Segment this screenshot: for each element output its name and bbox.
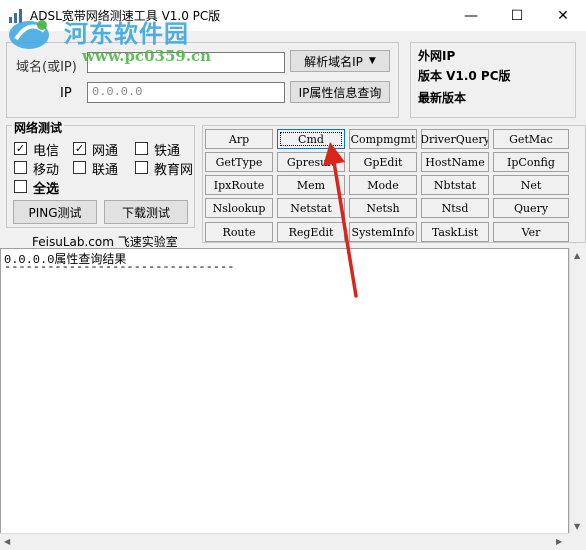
version-label: 版本 V1.0 PC版: [418, 69, 511, 83]
maximize-icon: ☐: [510, 7, 524, 24]
scroll-down-icon[interactable]: ▼: [574, 522, 580, 531]
watermark-text: 河东软件园: [64, 20, 189, 48]
select-all-label: 全选: [33, 182, 60, 197]
command-button-query[interactable]: Query: [493, 198, 569, 218]
output-area[interactable]: 0.0.0.0属性查询结果 --------------------------…: [0, 248, 569, 534]
command-button-tasklist[interactable]: TaskList: [421, 222, 489, 242]
resolve-domain-label: 解析域名IP: [304, 54, 363, 69]
command-button-driverquery[interactable]: DriverQuery: [421, 129, 489, 149]
close-button[interactable]: ✕: [540, 0, 586, 31]
watermark-logo: [9, 20, 49, 49]
watermark-url: www.pc0359.cn: [82, 47, 212, 65]
command-button-arp[interactable]: Arp: [205, 129, 273, 149]
ip-label: IP: [60, 86, 72, 101]
scroll-up-icon[interactable]: ▲: [574, 251, 580, 260]
checkbox-4[interactable]: [14, 161, 27, 174]
minimize-icon: —: [464, 7, 478, 24]
latest-version-label: 最新版本: [418, 91, 467, 105]
command-button-ipconfig[interactable]: IpConfig: [493, 152, 569, 172]
output-line-2: --------------------------------: [4, 260, 235, 274]
maximize-button[interactable]: ☐: [494, 0, 540, 31]
checkbox-label-3: 铁通: [154, 144, 181, 159]
ip-info-query-button[interactable]: IP属性信息查询: [290, 81, 390, 103]
close-icon: ✕: [557, 7, 569, 24]
horizontal-scrollbar[interactable]: ◀ ▶: [0, 533, 569, 550]
checkbox-3[interactable]: [135, 142, 148, 155]
command-button-getmac[interactable]: GetMac: [493, 129, 569, 149]
checkbox-label-4: 移动: [33, 163, 60, 178]
annotation-arrow: [323, 142, 358, 298]
checkbox-label-2: 网通: [92, 144, 119, 159]
checkbox-1[interactable]: ✓: [14, 142, 27, 155]
checkbox-label-1: 电信: [33, 144, 60, 159]
checkbox-5[interactable]: [73, 161, 86, 174]
ip-info-query-label: IP属性信息查询: [298, 85, 382, 100]
select-all-checkbox[interactable]: [14, 180, 27, 193]
resolve-domain-button[interactable]: 解析域名IP ▼: [290, 50, 390, 72]
scroll-corner: [569, 533, 586, 550]
command-button-ver[interactable]: Ver: [493, 222, 569, 242]
checkbox-2[interactable]: ✓: [73, 142, 86, 155]
command-button-net[interactable]: Net: [493, 175, 569, 195]
command-button-nbtstat[interactable]: Nbtstat: [421, 175, 489, 195]
checkbox-label-6: 教育网: [154, 163, 194, 178]
command-button-hostname[interactable]: HostName: [421, 152, 489, 172]
checkbox-label-5: 联通: [92, 163, 119, 178]
command-button-ipxroute[interactable]: IpxRoute: [205, 175, 273, 195]
checkbox-6[interactable]: [135, 161, 148, 174]
download-test-label: 下载测试: [121, 205, 170, 220]
network-test-title: 网络测试: [12, 119, 65, 136]
scroll-left-icon[interactable]: ◀: [4, 537, 10, 546]
dropdown-arrow-icon: ▼: [368, 56, 376, 66]
command-button-ntsd[interactable]: Ntsd: [421, 198, 489, 218]
command-button-gettype[interactable]: GetType: [205, 152, 273, 172]
domain-label: 域名(或IP): [16, 60, 77, 75]
ip-input[interactable]: 0.0.0.0: [87, 82, 285, 103]
ping-test-button[interactable]: PING测试: [13, 200, 97, 224]
command-button-nslookup[interactable]: Nslookup: [205, 198, 273, 218]
download-test-button[interactable]: 下载测试: [104, 200, 188, 224]
command-button-route[interactable]: Route: [205, 222, 273, 242]
ping-test-label: PING测试: [28, 205, 82, 220]
external-ip-label: 外网IP: [418, 49, 456, 63]
scroll-right-icon[interactable]: ▶: [556, 537, 562, 546]
vertical-scrollbar[interactable]: ▲ ▼: [569, 248, 586, 534]
minimize-button[interactable]: —: [448, 0, 494, 31]
